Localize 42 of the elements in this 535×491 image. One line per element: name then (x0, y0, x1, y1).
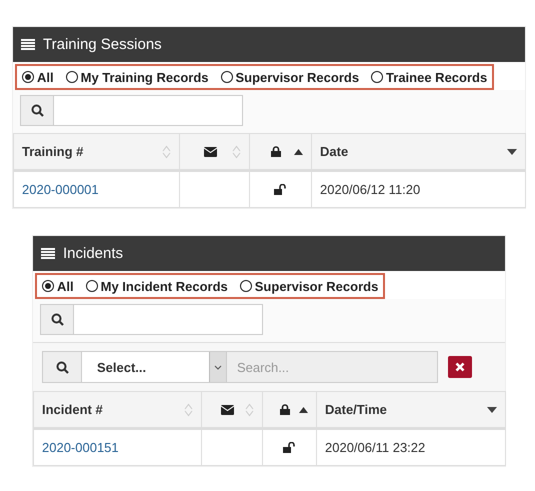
radio-button[interactable] (220, 71, 232, 83)
radio-label[interactable]: Trainee Records (386, 70, 488, 84)
unlocked-padlock-icon (274, 184, 287, 195)
search-field[interactable] (40, 304, 263, 335)
column-header: Training # (22, 144, 84, 159)
sort-descending-icon[interactable] (487, 406, 497, 412)
search-icon (50, 313, 64, 326)
close-icon (455, 362, 465, 372)
envelope-icon (204, 146, 216, 156)
list-icon (41, 248, 55, 260)
panel-title: Training Sessions (43, 36, 162, 53)
radio-label[interactable]: All (37, 70, 54, 84)
radio-label[interactable]: Supervisor Records (254, 278, 378, 294)
radio-label[interactable]: Supervisor Records (236, 70, 360, 84)
panel-title: Incidents (63, 245, 124, 262)
padlock-icon (271, 146, 281, 157)
radio-button[interactable] (22, 71, 34, 83)
envelope-icon (221, 404, 234, 414)
clear-button[interactable] (448, 356, 472, 378)
search-icon (30, 104, 44, 117)
column-header: Incident # (42, 402, 103, 417)
table-cell: 2020/06/11 23:22 (325, 440, 426, 455)
unlocked-padlock-icon (283, 442, 296, 453)
record-link[interactable]: 2020-000001 (22, 182, 99, 197)
column-header: Date/Time (325, 402, 387, 417)
list-icon (21, 38, 35, 50)
sort-ascending-icon[interactable] (299, 406, 308, 412)
radio-button[interactable] (371, 71, 384, 83)
padlock-icon (280, 404, 290, 415)
record-link[interactable]: 2020-000151 (42, 440, 119, 455)
radio-button[interactable] (42, 280, 54, 292)
radio-label[interactable]: My Incident Records (100, 278, 228, 294)
sort-descending-icon[interactable] (507, 148, 517, 154)
table-cell: 2020/06/12 11:20 (320, 182, 420, 197)
radio-label[interactable]: All (57, 278, 74, 294)
radio-button[interactable] (86, 280, 98, 292)
sort-ascending-icon[interactable] (294, 148, 303, 154)
radio-label[interactable]: My Training Records (80, 70, 208, 84)
column-header: Date (320, 144, 348, 159)
radio-button[interactable] (66, 71, 78, 83)
search-field[interactable] (20, 95, 243, 126)
radio-button[interactable] (240, 280, 252, 292)
